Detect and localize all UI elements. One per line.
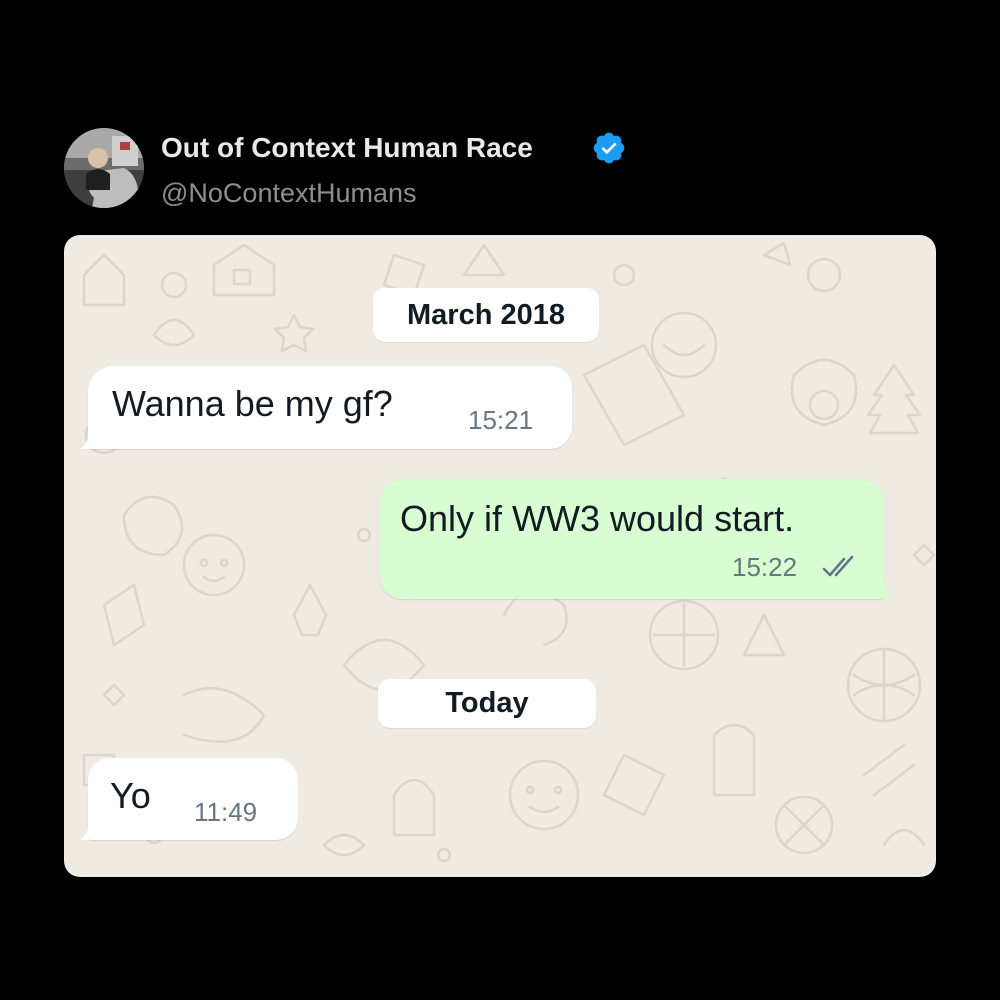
avatar-photo-icon [64,128,144,208]
handle[interactable]: @NoContextHumans [161,176,417,210]
message-text: Only if WW3 would start. [400,498,795,539]
message-text: Wanna be my gf? [112,383,393,424]
message-text: Yo [110,775,151,816]
incoming-message[interactable]: Yo 11:49 [88,758,298,840]
message-time: 11:49 [194,797,258,827]
avatar[interactable] [64,128,144,208]
chat-screenshot: March 2018 Wanna be my gf? 15:21 Only if… [64,235,936,877]
verified-badge-icon [593,132,625,164]
tweet-screenshot: Out of Context Human Race @NoContextHuma… [0,0,1000,1000]
outgoing-message[interactable]: Only if WW3 would start. 15:22 [380,479,884,599]
incoming-message[interactable]: Wanna be my gf? 15:21 [88,366,572,449]
date-separator: Today [378,679,596,728]
date-separator: March 2018 [373,288,599,342]
display-name[interactable]: Out of Context Human Race [161,131,533,165]
message-time: 15:22 [732,552,798,582]
double-check-icon [822,555,854,577]
message-time: 15:21 [468,405,534,435]
